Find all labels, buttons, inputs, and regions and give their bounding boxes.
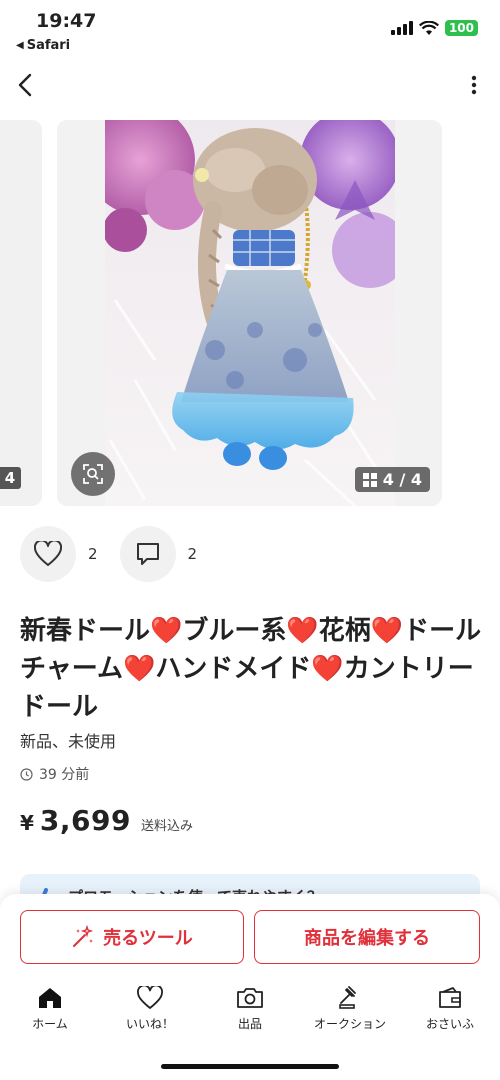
tab-wallet[interactable]: おさいふ (400, 986, 500, 1042)
battery-indicator: 100 (444, 20, 478, 36)
image-carousel[interactable]: / 4 (0, 120, 500, 506)
tab-sell[interactable]: 出品 (200, 986, 300, 1042)
tab-home[interactable]: ホーム (0, 986, 100, 1042)
more-options-icon[interactable] (470, 74, 478, 96)
like-count: 2 (88, 545, 98, 563)
zoom-image-button[interactable] (71, 452, 115, 496)
previous-image-counter: / 4 (0, 467, 22, 489)
image-counter-text: 4 / 4 (382, 470, 422, 489)
tab-label-home: ホーム (32, 1017, 68, 1031)
home-indicator[interactable] (161, 1064, 339, 1069)
item-title: 新春ドール❤️ブルー系❤️花柄❤️ドールチャーム❤️ハンドメイド❤️カントリード… (20, 616, 482, 722)
wifi-icon (418, 20, 439, 35)
magic-wand-icon (73, 925, 94, 947)
comment-button[interactable] (119, 526, 176, 582)
engagement-row: 2 2 (20, 526, 219, 582)
edit-item-label: 商品を編集する (304, 928, 430, 949)
back-triangle-icon: ◀ (16, 40, 24, 51)
cellular-signal-icon (390, 21, 413, 35)
heart-icon (34, 541, 62, 566)
edit-item-button[interactable]: 商品を編集する (254, 910, 480, 964)
image-counter-badge[interactable]: 4 / 4 (354, 467, 430, 492)
heart-icon (137, 986, 163, 1009)
bottom-action-panel: 売るツール 商品を編集する ホーム いいね！ 出品 オークション おさいふ (0, 894, 500, 1080)
main-image-card[interactable]: 4 / 4 (57, 120, 442, 506)
comment-icon (136, 543, 159, 565)
status-indicators: 100 (390, 20, 478, 36)
shipping-note: 送料込み (141, 819, 194, 834)
status-time: 19:47 (36, 10, 97, 32)
tab-auction[interactable]: オークション (300, 986, 400, 1042)
tab-label-likes: いいね！ (125, 1017, 174, 1031)
grid-icon (362, 472, 377, 487)
price-row: ¥ 3,699 送料込み (20, 804, 193, 837)
wallet-icon (439, 987, 461, 1008)
zoom-search-icon (83, 464, 103, 484)
camera-icon (237, 988, 263, 1008)
tab-bar: ホーム いいね！ 出品 オークション おさいふ (0, 986, 500, 1042)
back-chevron-icon[interactable] (14, 70, 38, 100)
tab-label-wallet: おさいふ (425, 1017, 474, 1031)
gavel-icon (339, 986, 356, 1009)
price-value: 3,699 (39, 804, 131, 837)
product-photo[interactable] (105, 120, 395, 506)
item-condition: 新品、未使用 (20, 732, 117, 751)
comment-count: 2 (187, 545, 198, 563)
sell-tool-button[interactable]: 売るツール (20, 910, 244, 964)
home-icon (39, 988, 61, 1008)
tab-label-auction: オークション (313, 1017, 386, 1031)
clock-icon (20, 767, 33, 781)
status-bar: 19:47 ◀ Safari 100 (0, 0, 500, 60)
price-currency: ¥ (20, 811, 34, 835)
sell-tool-label: 売るツール (103, 928, 193, 949)
tab-label-sell: 出品 (237, 1017, 262, 1031)
posted-time-text: 39 分前 (39, 767, 90, 783)
back-to-app-link[interactable]: ◀ Safari (16, 38, 70, 53)
like-button[interactable] (20, 526, 76, 582)
tab-likes[interactable]: いいね！ (100, 986, 200, 1042)
previous-image-card[interactable]: / 4 (0, 120, 42, 506)
posted-time: 39 分前 (20, 764, 89, 784)
back-app-label: Safari (26, 38, 71, 53)
